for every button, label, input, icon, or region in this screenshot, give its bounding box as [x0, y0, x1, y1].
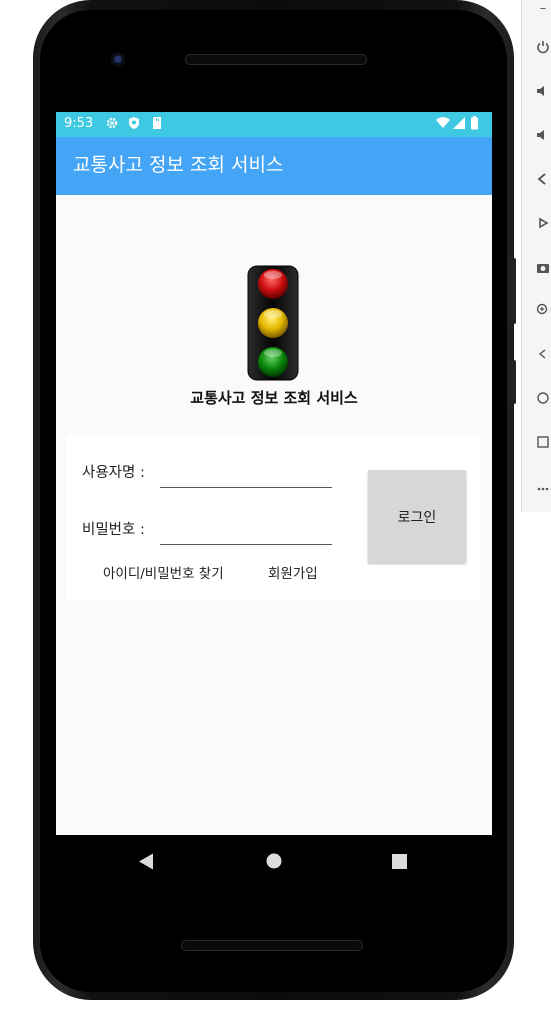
volume-down-icon[interactable]	[536, 128, 550, 142]
back-icon[interactable]	[138, 853, 154, 870]
earpiece-speaker	[185, 54, 367, 65]
signal-icon	[453, 117, 465, 129]
zoom-icon[interactable]	[536, 303, 550, 317]
traffic-light-icon	[247, 265, 299, 381]
app-screen: 9:53 교통사고 정보 조회 서비스 교통사고 정보 조회 서비스 사용자명 …	[56, 112, 492, 835]
login-button[interactable]: 로그인	[368, 470, 466, 563]
username-input[interactable]	[160, 467, 332, 488]
overview-icon[interactable]	[536, 435, 550, 449]
home-icon[interactable]	[536, 391, 550, 405]
rotate-right-icon[interactable]	[536, 216, 550, 230]
bottom-speaker	[181, 940, 363, 951]
find-account-link[interactable]: 아이디/비밀번호 찾기	[103, 565, 224, 583]
username-label: 사용자명 :	[82, 465, 145, 481]
app-bar: 교통사고 정보 조회 서비스	[56, 137, 492, 195]
navigation-bar	[56, 835, 492, 887]
volume-key	[510, 360, 516, 404]
volume-up-icon[interactable]	[536, 84, 550, 98]
back-icon[interactable]	[536, 347, 550, 361]
status-bar: 9:53	[56, 112, 492, 137]
emulator-toolbar: –	[521, 0, 551, 512]
app-title: 교통사고 정보 조회 서비스	[73, 154, 284, 176]
power-key	[510, 258, 516, 324]
signup-link[interactable]: 회원가입	[268, 565, 318, 583]
camera-icon[interactable]	[536, 260, 550, 274]
password-label: 비밀번호 :	[82, 522, 145, 538]
shield-icon	[129, 117, 139, 129]
login-card: 사용자명 : 비밀번호 : 로그인 아이디/비밀번호 찾기 회원가입	[66, 435, 480, 599]
gear-icon	[106, 117, 118, 129]
more-icon[interactable]	[536, 479, 550, 493]
logo-caption: 교통사고 정보 조회 서비스	[190, 389, 358, 407]
home-icon[interactable]	[266, 853, 282, 869]
power-icon[interactable]	[536, 40, 550, 54]
status-time: 9:53	[64, 116, 94, 131]
wifi-icon	[436, 117, 450, 128]
minimize-button[interactable]: –	[536, 2, 550, 16]
password-input[interactable]	[160, 524, 332, 545]
rotate-left-icon[interactable]	[536, 172, 550, 186]
recents-icon[interactable]	[392, 854, 407, 869]
battery-icon	[471, 116, 478, 130]
front-camera	[110, 52, 126, 68]
sd-card-icon	[153, 117, 161, 129]
